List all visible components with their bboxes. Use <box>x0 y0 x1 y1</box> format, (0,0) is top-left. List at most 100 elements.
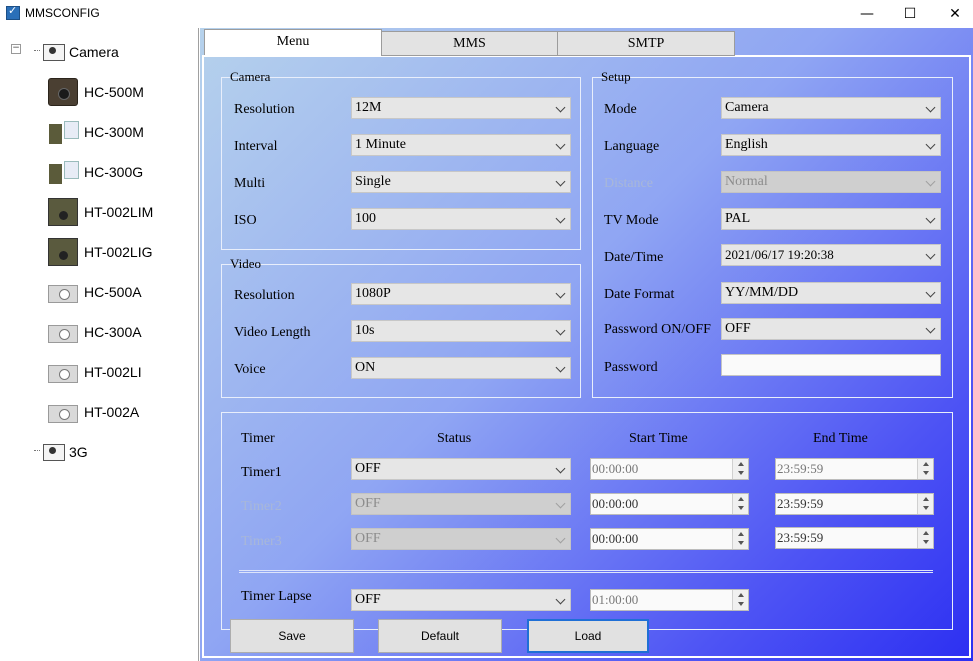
mode-select[interactable]: Camera <box>721 97 941 119</box>
group-title: Camera <box>230 69 271 84</box>
spinner-arrows-icon[interactable] <box>917 528 933 548</box>
camera-thumbnail-icon <box>48 405 78 423</box>
load-button[interactable]: Load <box>527 619 649 653</box>
save-button[interactable]: Save <box>230 619 354 653</box>
tab-mms[interactable]: MMS <box>381 31 558 56</box>
select-value: 100 <box>355 211 376 226</box>
tree-item-hc-300a[interactable]: HC-300A <box>48 316 142 348</box>
select-value: English <box>725 137 768 152</box>
timer3-end-time[interactable]: 23:59:59 <box>775 527 934 549</box>
tree-item-label: HC-500M <box>84 84 144 100</box>
chevron-down-icon <box>555 533 566 544</box>
select-value: 1080P <box>355 286 391 301</box>
spinner-arrows-icon[interactable] <box>917 494 933 514</box>
tv-mode-select[interactable]: PAL <box>721 208 941 230</box>
close-button[interactable]: ✕ <box>940 2 970 26</box>
iso-label: ISO <box>234 213 257 228</box>
timer-lapse-label: Timer Lapse <box>241 589 312 604</box>
group-title: Setup <box>601 69 631 84</box>
mode-label: Mode <box>604 102 637 117</box>
timer3-start-time[interactable]: 00:00:00 <box>590 528 749 550</box>
camera-thumbnail-icon <box>48 238 78 266</box>
tree-item-hc-500a[interactable]: HC-500A <box>48 276 142 308</box>
interval-select[interactable]: 1 Minute <box>351 134 571 156</box>
date-format-select[interactable]: YY/MM/DD <box>721 282 941 304</box>
chevron-down-icon <box>925 176 936 187</box>
tree-item-hc-300g[interactable]: HC-300G <box>48 156 143 188</box>
camera-thumbnail-icon <box>48 325 78 343</box>
chevron-down-icon <box>555 288 566 299</box>
video-resolution-select[interactable]: 1080P <box>351 283 571 305</box>
password-onoff-label: Password ON/OFF <box>604 322 711 337</box>
tree-item-label: HC-300G <box>84 164 144 180</box>
video-resolution-label: Resolution <box>234 288 295 303</box>
select-value: 10s <box>355 323 375 338</box>
time-value: 00:00:00 <box>592 531 639 546</box>
timer1-status-select[interactable]: OFF <box>351 458 571 480</box>
select-value: 1 Minute <box>355 137 406 152</box>
setup-group: Setup <box>592 69 953 398</box>
password-input[interactable] <box>721 354 941 376</box>
voice-label: Voice <box>234 362 266 377</box>
chevron-down-icon <box>925 213 936 224</box>
timer2-end-time[interactable]: 23:59:59 <box>775 493 934 515</box>
default-button[interactable]: Default <box>378 619 502 653</box>
video-length-select[interactable]: 10s <box>351 320 571 342</box>
voice-select[interactable]: ON <box>351 357 571 379</box>
chevron-down-icon <box>555 594 566 605</box>
end-time-header: End Time <box>813 431 868 446</box>
tree-item-ht-002li[interactable]: HT-002LI <box>48 356 142 388</box>
camera-thumbnail-icon <box>48 285 78 303</box>
multi-label: Multi <box>234 176 266 191</box>
maximize-button[interactable]: ☐ <box>895 2 925 26</box>
tree-item-label: HC-500A <box>84 284 142 300</box>
iso-select[interactable]: 100 <box>351 208 571 230</box>
spinner-arrows-icon[interactable] <box>732 459 748 479</box>
tree-node-camera[interactable]: Camera <box>34 36 119 68</box>
tab-smtp[interactable]: SMTP <box>557 31 735 56</box>
select-value: Single <box>355 174 391 189</box>
tree-item-hc-300m[interactable]: HC-300M <box>48 116 144 148</box>
timer-lapse-select[interactable]: OFF <box>351 589 571 611</box>
tv-mode-label: TV Mode <box>604 213 659 228</box>
spinner-arrows-icon[interactable] <box>732 494 748 514</box>
multi-select[interactable]: Single <box>351 171 571 193</box>
time-value: 23:59:59 <box>777 461 824 476</box>
spinner-arrows-icon[interactable] <box>732 590 748 610</box>
chevron-down-icon <box>925 287 936 298</box>
tree-node-3g[interactable]: 3G <box>34 436 88 468</box>
camera-resolution-select[interactable]: 12M <box>351 97 571 119</box>
camera-thumbnail-icon <box>48 365 78 383</box>
chevron-down-icon <box>555 325 566 336</box>
timer-lapse-time[interactable]: 01:00:00 <box>590 589 749 611</box>
timer1-end-time[interactable]: 23:59:59 <box>775 458 934 480</box>
tree-item-ht-002lim[interactable]: HT-002LIM <box>48 196 153 228</box>
time-value: 00:00:00 <box>592 496 639 511</box>
spinner-arrows-icon[interactable] <box>732 529 748 549</box>
collapse-toggle-icon[interactable]: − <box>11 44 21 54</box>
minimize-button[interactable]: — <box>852 2 882 26</box>
distance-select: Normal <box>721 171 941 193</box>
status-header: Status <box>437 431 472 446</box>
timer1-start-time[interactable]: 00:00:00 <box>590 458 749 480</box>
datetime-picker[interactable]: 2021/06/17 19:20:38 <box>721 244 941 266</box>
distance-label: Distance <box>604 176 653 191</box>
tree-item-ht-002a[interactable]: HT-002A <box>48 396 139 428</box>
tab-menu[interactable]: Menu <box>204 29 382 55</box>
timer-header: Timer <box>241 431 275 446</box>
tree-item-hc-500m[interactable]: HC-500M <box>48 76 144 108</box>
chevron-down-icon <box>555 498 566 509</box>
select-value: OFF <box>355 531 381 546</box>
timer2-status-select: OFF <box>351 493 571 515</box>
chevron-down-icon <box>925 249 936 260</box>
chevron-down-icon <box>925 323 936 334</box>
language-select[interactable]: English <box>721 134 941 156</box>
timer3-label: Timer3 <box>241 534 282 549</box>
password-label: Password <box>604 360 658 375</box>
tree-item-label: HT-002LI <box>84 364 142 380</box>
password-onoff-select[interactable]: OFF <box>721 318 941 340</box>
timer2-start-time[interactable]: 00:00:00 <box>590 493 749 515</box>
tree-item-ht-002lig[interactable]: HT-002LIG <box>48 236 152 268</box>
spinner-arrows-icon[interactable] <box>917 459 933 479</box>
select-value: OFF <box>355 461 381 476</box>
